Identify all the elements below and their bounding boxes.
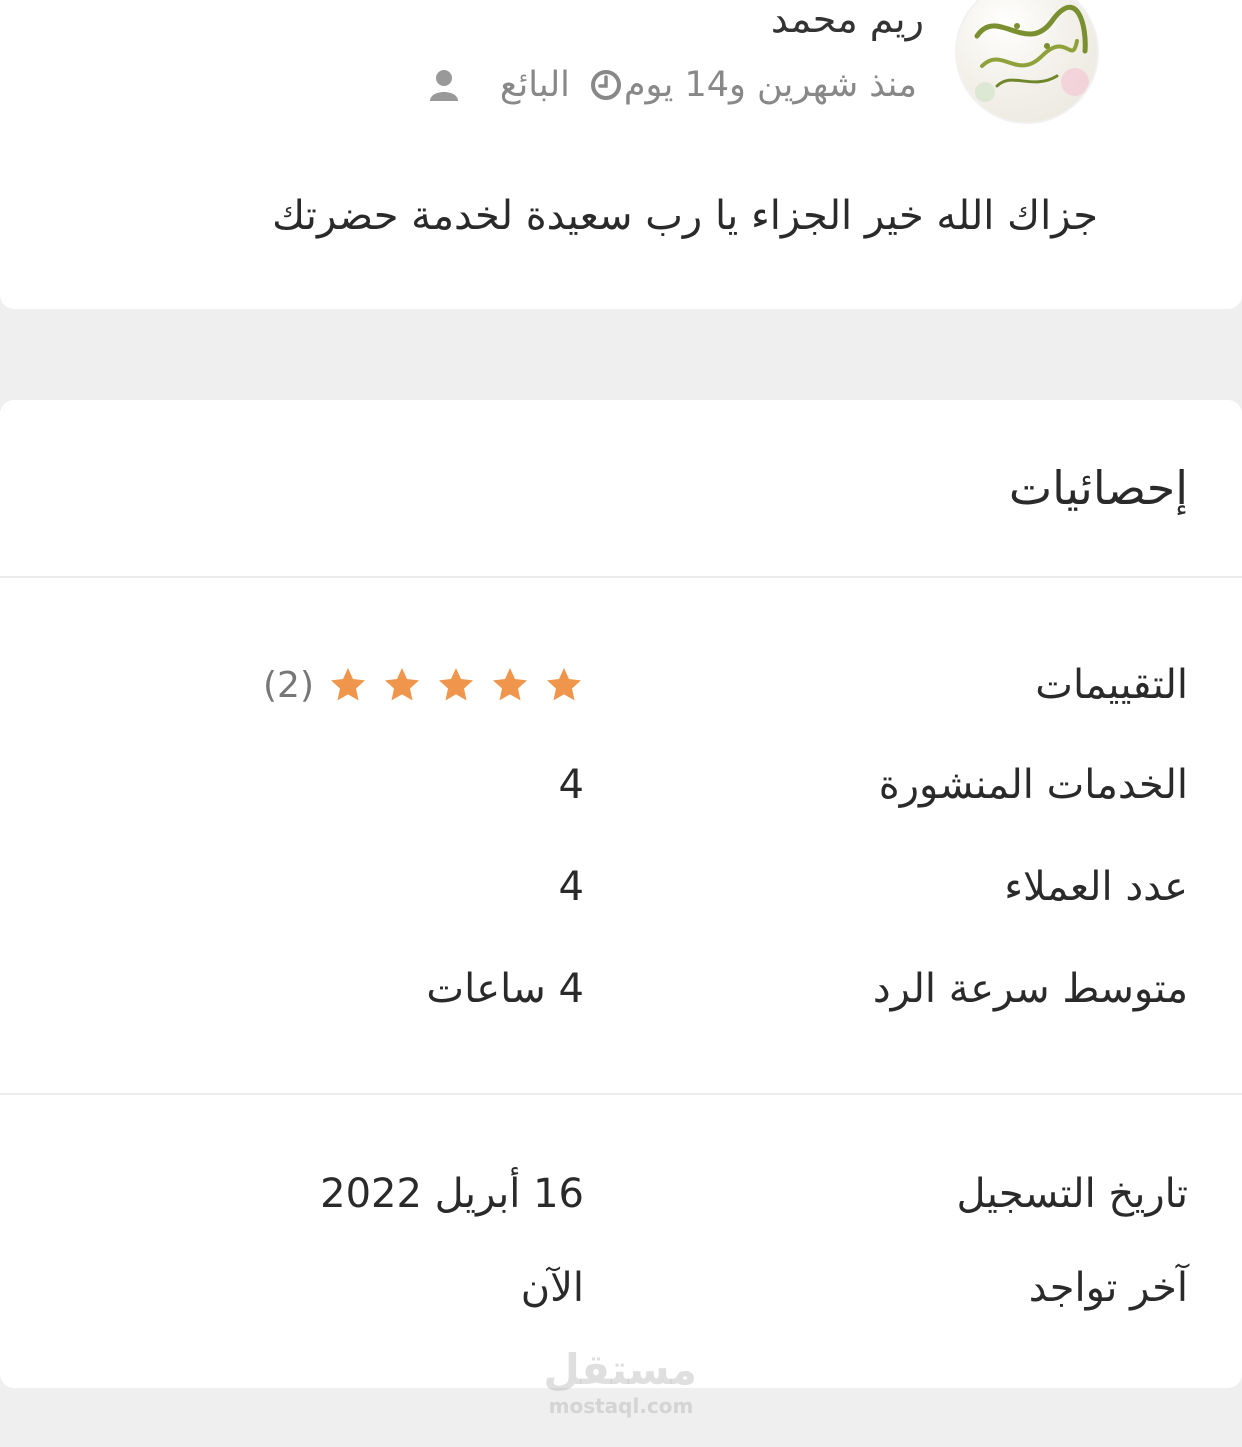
review-card: ريم محمد البائع منذ شهرين و14 يوم جزاك ا…	[0, 0, 1242, 309]
ratings-label: التقييمات	[1035, 662, 1188, 708]
star-icon	[331, 668, 365, 701]
ratings-count: (2)	[263, 664, 314, 706]
review-time: منذ شهرين و14 يوم	[623, 65, 917, 105]
services-value: 4	[558, 762, 584, 808]
reviewer-role: البائع	[499, 65, 570, 105]
stats-card: إحصائيات التقييمات (2) الخدمات المنشورة …	[0, 400, 1242, 1388]
star-icon	[439, 668, 473, 701]
star-icon	[547, 668, 581, 701]
page: ريم محمد البائع منذ شهرين و14 يوم جزاك ا…	[0, 0, 1242, 1447]
stats-title: إحصائيات	[1008, 461, 1188, 515]
services-label: الخدمات المنشورة	[878, 762, 1188, 808]
watermark-url: mostaql.com	[548, 1394, 694, 1418]
divider	[0, 576, 1242, 578]
review-meta: البائع منذ شهرين و14 يوم	[408, 60, 917, 110]
rating-stars: (2)	[263, 657, 584, 713]
response-value: 4 ساعات	[426, 966, 584, 1012]
review-text: جزاك الله خير الجزاء يا رب سعيدة لخدمة ح…	[272, 193, 1098, 239]
registered-label: تاريخ التسجيل	[956, 1171, 1188, 1217]
reviewer-name[interactable]: ريم محمد	[771, 0, 924, 44]
last-seen-value: الآن	[520, 1265, 584, 1311]
user-icon	[426, 67, 462, 103]
registered-value: 16 أبريل 2022	[320, 1171, 584, 1217]
watermark-logo-text: مستقل	[543, 1345, 697, 1394]
mostaql-watermark: مستقل mostaql.com	[543, 1345, 697, 1420]
clients-label: عدد العملاء	[1004, 864, 1188, 910]
avatar-calligraphy-image	[974, 4, 1089, 102]
reviewer-avatar[interactable]	[955, 0, 1099, 124]
divider	[0, 1093, 1242, 1095]
star-icon	[493, 668, 527, 701]
star-icon	[385, 668, 419, 701]
clients-value: 4	[558, 864, 584, 910]
response-label: متوسط سرعة الرد	[872, 966, 1188, 1012]
last-seen-label: آخر تواجد	[1028, 1265, 1188, 1311]
clock-icon	[588, 67, 624, 103]
